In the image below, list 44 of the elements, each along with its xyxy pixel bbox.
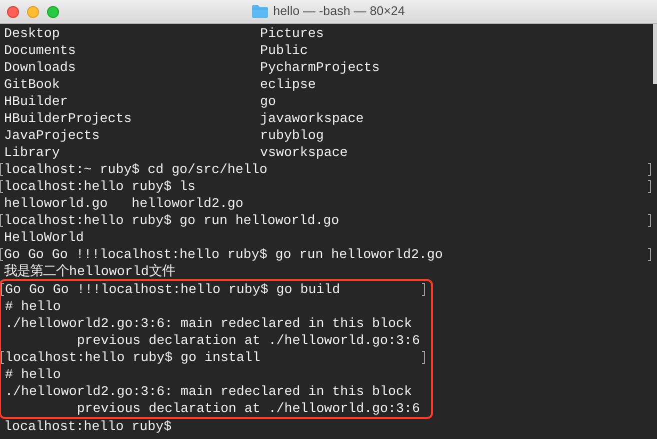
terminal-text: localhost:hello ruby$ go run helloworld.go <box>4 212 340 229</box>
terminal-text: localhost:~ ruby$ cd go/src/hello <box>4 161 268 178</box>
terminal-text: ./helloworld2.go:3:6: main redeclared in this block <box>5 383 412 400</box>
terminal-text: eclipse <box>260 76 316 93</box>
terminal-text: go <box>260 93 276 110</box>
terminal-text: javaworkspace <box>260 110 364 127</box>
folder-icon <box>252 5 268 18</box>
terminal-text: GitBook <box>4 76 61 93</box>
terminal-text: PycharmProjects <box>260 59 380 76</box>
terminal-text: Pictures <box>260 25 324 42</box>
terminal-text: # hello <box>5 298 61 315</box>
line-mark <box>648 214 651 227</box>
terminal-text: # hello <box>5 366 61 383</box>
terminal-text: previous declaration at ./helloworld.go:3:6 <box>76 332 420 349</box>
line-mark <box>422 351 425 364</box>
terminal-text: HelloWorld <box>4 229 84 246</box>
line-mark <box>648 248 651 261</box>
terminal-text: 我是第二个helloworld文件 <box>4 263 175 280</box>
terminal-text: previous declaration at ./helloworld.go:3:6 <box>76 400 420 417</box>
terminal-text: Desktop <box>4 25 61 42</box>
zoom-button[interactable] <box>47 6 59 18</box>
terminal-text: Go Go Go !!!localhost:hello ruby$ go run helloworld2.go <box>4 246 443 263</box>
terminal-text: Documents <box>4 42 77 59</box>
terminal-text: rubyblog <box>260 127 324 144</box>
terminal-text: localhost:hello ruby$ ls <box>4 178 196 195</box>
terminal-text: Downloads <box>4 59 77 76</box>
scrollbar <box>653 24 657 84</box>
minimize-button[interactable] <box>27 6 39 18</box>
terminal-text: Library <box>4 144 61 161</box>
close-button[interactable] <box>7 6 19 18</box>
terminal-text: JavaProjects <box>4 127 101 144</box>
terminal-text: vsworkspace <box>260 144 348 161</box>
terminal-text: ./helloworld2.go:3:6: main redeclared in this block <box>5 315 412 332</box>
terminal-text: HBuilderProjects <box>4 110 133 127</box>
window-title: hello — -bash — 80×24 <box>273 3 405 20</box>
terminal-text: localhost:hello ruby$ go install <box>5 349 260 366</box>
terminal-text: Public <box>260 42 308 59</box>
terminal-text: HBuilder <box>4 93 69 110</box>
terminal-text: helloworld.go helloworld2.go <box>4 195 244 212</box>
terminal-text: Go Go Go !!!localhost:hello ruby$ go build <box>5 281 340 298</box>
line-mark <box>422 283 425 296</box>
terminal-text: localhost:hello ruby$ <box>4 418 172 435</box>
line-mark <box>648 163 651 176</box>
line-mark <box>648 180 651 193</box>
